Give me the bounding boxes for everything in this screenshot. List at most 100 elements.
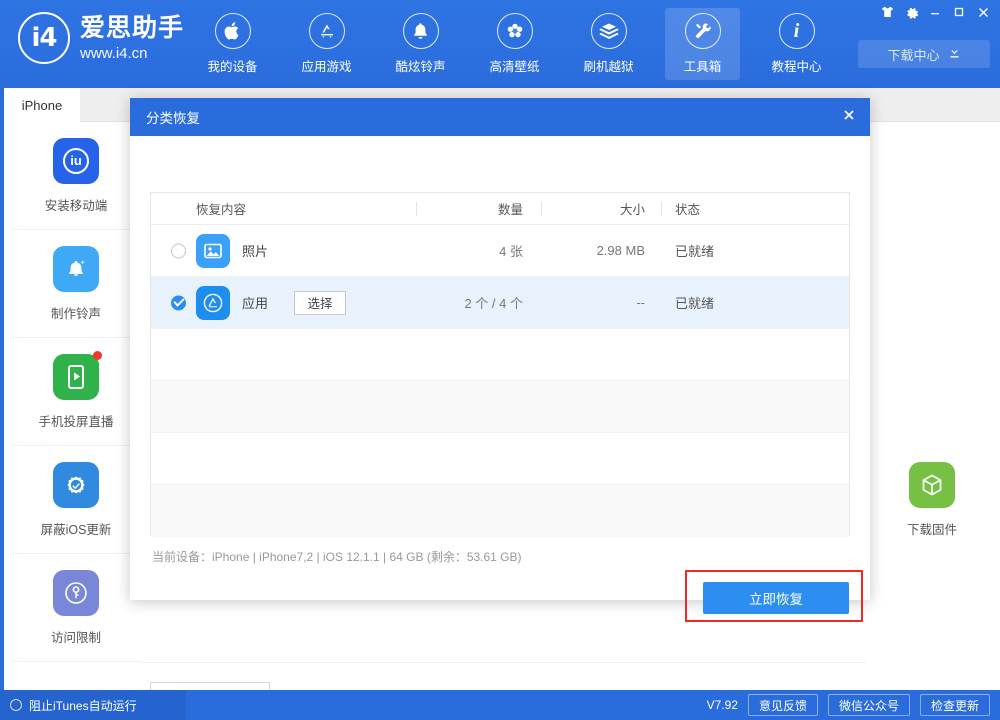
close-icon[interactable] <box>836 102 862 128</box>
download-center-button[interactable]: 下载中心 <box>858 40 990 68</box>
table-row-empty <box>151 433 849 485</box>
flower-icon <box>496 13 533 49</box>
tool-tile-restrictions[interactable]: 访问限制 <box>10 554 142 662</box>
toolbox-left-column: iu 安装移动端 制作铃声 手机投屏直播 屏蔽iOS更新 访问限制 <box>10 122 142 662</box>
feedback-button[interactable]: 意见反馈 <box>747 694 818 716</box>
nav-item-toolbox[interactable]: 工具箱 <box>665 8 740 80</box>
brand-text: 爱思助手 www.i4.cn <box>80 13 185 62</box>
block-itunes-toggle[interactable]: 阻止iTunes自动运行 <box>0 690 186 720</box>
row-name-cell: 应用 选择 <box>151 285 416 320</box>
row-divider <box>142 662 866 663</box>
tool-tile-make-ringtone[interactable]: 制作铃声 <box>10 230 142 338</box>
nav-label: 酷炫铃声 <box>395 60 446 74</box>
tool-tile-label: 访问限制 <box>50 630 101 645</box>
row-state: 已就绪 <box>675 296 715 311</box>
logo-text: i4 <box>31 23 57 53</box>
main-nav: 我的设备 应用游戏 酷炫铃声 高清壁纸 刷机越狱 工具箱 i 教程中心 <box>195 8 853 80</box>
tool-tile-install-mobile[interactable]: iu 安装移动端 <box>10 122 142 230</box>
table-row-empty <box>151 329 849 381</box>
nav-item-flash-jailbreak[interactable]: 刷机越狱 <box>571 8 646 80</box>
openbox-icon <box>590 13 627 49</box>
close-icon[interactable] <box>972 2 994 22</box>
toolbox-right-column: 下载固件 <box>866 122 998 554</box>
tab-iphone[interactable]: iPhone <box>4 88 80 122</box>
table-row[interactable]: 照片 4 张 2.98 MB 已就绪 <box>151 225 849 277</box>
brand-name: 爱思助手 <box>80 13 185 42</box>
tool-tile-label: 制作铃声 <box>50 306 101 321</box>
check-update-button[interactable]: 检查更新 <box>919 694 990 716</box>
gear-icon[interactable] <box>900 2 922 22</box>
app-header: i4 爱思助手 www.i4.cn 我的设备 应用游戏 酷炫铃声 高清壁纸 刷机… <box>0 0 1000 88</box>
window-controls <box>876 2 994 22</box>
photos-icon <box>196 233 230 268</box>
restriction-key-icon <box>53 569 99 616</box>
tools-icon <box>684 13 721 49</box>
row-size: 2.98 MB <box>596 243 645 258</box>
brand-url: www.i4.cn <box>80 44 148 62</box>
row-count: 2 个 / 4 个 <box>464 296 523 311</box>
radio-icon <box>10 699 22 711</box>
dialog-title: 分类恢复 <box>146 111 200 126</box>
nav-item-tutorials[interactable]: i 教程中心 <box>759 8 834 80</box>
nav-label: 我的设备 <box>207 60 258 74</box>
table-row[interactable]: 应用 选择 2 个 / 4 个 -- 已就绪 <box>151 277 849 329</box>
block-itunes-label: 阻止iTunes自动运行 <box>29 698 137 713</box>
download-icon <box>948 46 961 62</box>
tool-tile-label: 屏蔽iOS更新 <box>40 522 112 537</box>
restore-highlight-box: 立即恢复 <box>685 570 863 622</box>
tool-tile-label: 手机投屏直播 <box>38 414 114 429</box>
row-name-cell: 照片 <box>151 233 416 268</box>
nav-label: 教程中心 <box>771 60 822 74</box>
download-center-label: 下载中心 <box>887 47 940 63</box>
screen-cast-icon <box>53 350 102 400</box>
notification-badge <box>93 350 102 360</box>
version-label: V7.92 <box>706 698 738 712</box>
column-header-state: 状态 <box>661 193 781 225</box>
select-apps-button[interactable]: 选择 <box>294 290 347 315</box>
status-bar-actions: V7.92 意见反馈 微信公众号 检查更新 <box>707 694 1000 716</box>
nav-item-apps-games[interactable]: 应用游戏 <box>289 8 364 80</box>
row-checkbox[interactable] <box>171 295 186 310</box>
category-restore-dialog: 分类恢复 恢复内容 数量 大小 状态 照片 4 张 2.98 MB 已就绪 应用… <box>130 98 870 716</box>
nav-item-my-device[interactable]: 我的设备 <box>195 8 270 80</box>
nav-label: 应用游戏 <box>301 60 352 74</box>
appstore-icon <box>196 285 230 320</box>
firmware-cube-icon <box>909 462 955 508</box>
row-checkbox[interactable] <box>171 243 186 258</box>
row-state: 已就绪 <box>675 244 715 259</box>
tool-tile-screen-cast[interactable]: 手机投屏直播 <box>10 338 142 446</box>
ringtone-bell-icon <box>53 245 99 292</box>
bell-icon <box>402 13 439 49</box>
column-header-content: 恢复内容 <box>196 203 247 217</box>
nav-item-ringtones[interactable]: 酷炫铃声 <box>383 8 458 80</box>
tool-tile-label: 下载固件 <box>906 523 957 537</box>
tool-tile-block-ios-update[interactable]: 屏蔽iOS更新 <box>10 446 142 554</box>
minimize-icon[interactable] <box>924 2 946 22</box>
row-label: 照片 <box>242 244 269 259</box>
restore-items-table: 恢复内容 数量 大小 状态 照片 4 张 2.98 MB 已就绪 应用 选择 2… <box>150 192 850 537</box>
wechat-button[interactable]: 微信公众号 <box>827 694 910 716</box>
maximize-icon[interactable] <box>948 2 970 22</box>
tool-tile-label: 安装移动端 <box>44 198 108 213</box>
row-count: 4 张 <box>499 244 523 259</box>
tool-tile-download-firmware[interactable]: 下载固件 <box>866 446 998 554</box>
column-header-size: 大小 <box>541 193 661 225</box>
table-row-empty <box>151 381 849 433</box>
nav-label: 高清壁纸 <box>489 60 540 74</box>
dialog-body: 恢复内容 数量 大小 状态 照片 4 张 2.98 MB 已就绪 应用 选择 2… <box>130 136 870 716</box>
apple-icon <box>214 13 251 49</box>
restore-now-button[interactable]: 立即恢复 <box>703 582 849 614</box>
app-window: i4 爱思助手 www.i4.cn 我的设备 应用游戏 酷炫铃声 高清壁纸 刷机… <box>0 0 1000 720</box>
block-update-icon <box>53 461 99 508</box>
tab-label: iPhone <box>21 97 63 113</box>
status-bar: 阻止iTunes自动运行 V7.92 意见反馈 微信公众号 检查更新 <box>0 690 1000 720</box>
appstore-icon <box>308 13 345 49</box>
nav-label: 工具箱 <box>683 60 722 74</box>
nav-item-wallpapers[interactable]: 高清壁纸 <box>477 8 552 80</box>
skin-icon[interactable] <box>876 2 898 22</box>
column-header-count: 数量 <box>416 193 541 225</box>
brand-logo-group: i4 爱思助手 www.i4.cn <box>18 12 184 64</box>
info-icon: i <box>778 13 815 49</box>
dialog-title-bar: 分类恢复 <box>130 98 870 136</box>
row-size: -- <box>636 295 645 310</box>
